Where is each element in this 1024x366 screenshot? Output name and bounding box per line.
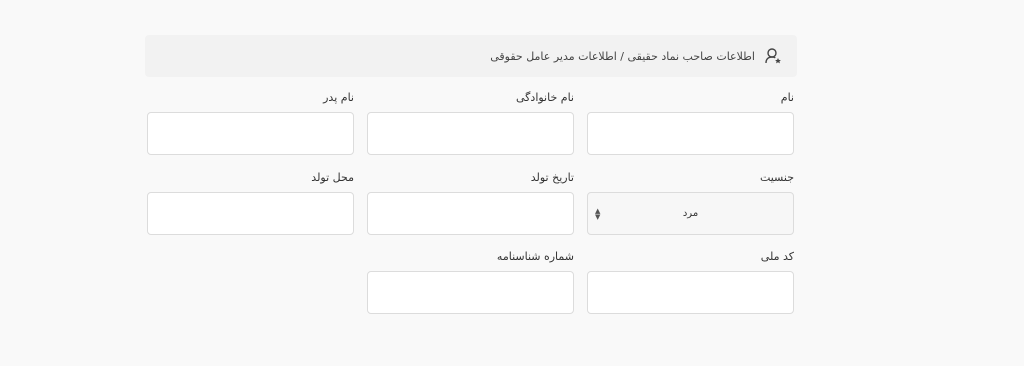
gender-select[interactable]: مرد ▲ ▼ [587,192,794,235]
birth-place-label: محل تولد [311,171,354,184]
gender-label: جنسیت [759,171,794,184]
id-number-label: شماره شناسنامه [496,250,574,263]
section-header: اطلاعات صاحب نماد حقیقی / اطلاعات مدیر ع… [145,35,797,77]
national-code-label: کد ملی [760,250,794,263]
birth-date-input[interactable] [367,192,574,235]
last-name-input[interactable] [367,112,574,155]
user-star-icon [763,46,783,66]
father-name-group: نام پدر [147,90,354,155]
last-name-label: نام خانوادگی [516,91,574,104]
first-name-input[interactable] [587,112,794,155]
birth-place-input[interactable] [147,192,354,235]
birth-place-group: محل تولد [147,170,354,235]
section-title: اطلاعات صاحب نماد حقیقی / اطلاعات مدیر ع… [490,49,755,63]
id-number-group: شماره شناسنامه [367,249,574,314]
sort-arrows-icon: ▲ ▼ [595,206,601,221]
id-number-input[interactable] [367,271,574,314]
birth-date-label: تاریخ تولد [530,171,574,184]
birth-date-group: تاریخ تولد [367,170,574,235]
father-name-label: نام پدر [323,91,354,104]
first-name-label: نام [780,91,794,104]
father-name-input[interactable] [147,112,354,155]
national-code-input[interactable] [587,271,794,314]
first-name-group: نام [587,90,794,155]
gender-selected-value: مرد [682,208,699,219]
last-name-group: نام خانوادگی [367,90,574,155]
gender-group: جنسیت مرد ▲ ▼ [587,170,794,235]
national-code-group: کد ملی [587,249,794,314]
